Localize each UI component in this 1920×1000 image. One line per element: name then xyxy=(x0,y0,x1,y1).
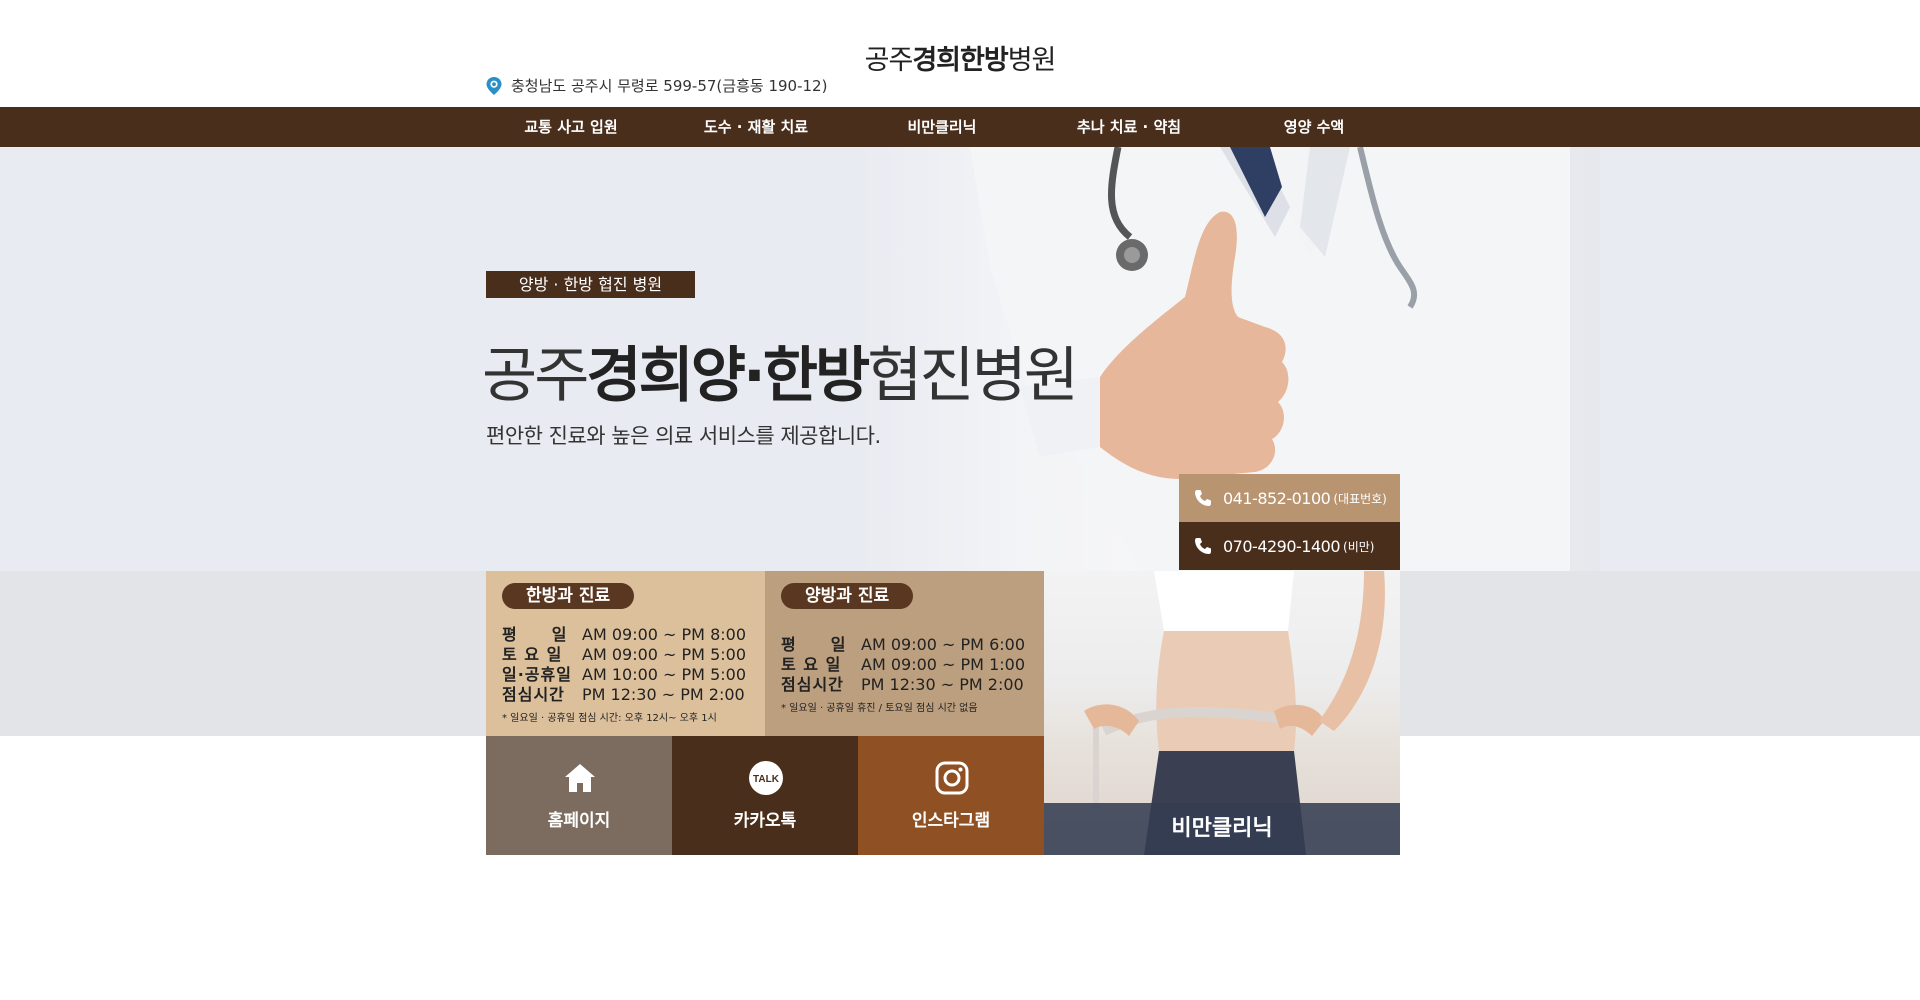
hanbang-hours-panel: 한방과 진료 평 일 AM 09:00 ~ PM 8:00 토 요 일 AM 09:… xyxy=(486,571,765,736)
yangbang-hours-note: * 일요일 · 공휴일 휴진 / 토요일 점심 시간 없음 xyxy=(781,703,978,714)
instagram-label: 인스타그램 xyxy=(911,811,991,831)
yangbang-hours-table: 평 일 AM 09:00 ~ PM 6:00 토 요 일 AM 09:00 ~ PM… xyxy=(781,635,1025,695)
phone-icon xyxy=(1195,538,1211,554)
hanbang-hours-table: 평 일 AM 09:00 ~ PM 8:00 토 요 일 AM 09:00 ~ PM… xyxy=(502,625,746,705)
logo-suffix: 병원 xyxy=(1007,45,1057,76)
hours-time: AM 09:00 ~ PM 8:00 xyxy=(582,625,746,644)
hero-title: 공주경희양·한방협진병원 xyxy=(482,327,1079,414)
phone-main[interactable]: 041-852-0100 (대표번호) xyxy=(1179,474,1400,522)
address: 충청남도 공주시 무령로 599-57(금흥동 190-12) xyxy=(485,75,827,96)
hero-tag: 양방 · 한방 협진 병원 xyxy=(486,271,695,298)
hours-time: AM 10:00 ~ PM 5:00 xyxy=(582,665,746,684)
hours-time: AM 09:00 ~ PM 5:00 xyxy=(582,645,746,664)
hours-time: PM 12:30 ~ PM 2:00 xyxy=(582,685,745,704)
kakao-talk-icon: TALK xyxy=(749,761,783,795)
logo-prefix: 공주 xyxy=(864,45,914,76)
home-icon xyxy=(565,764,595,792)
obesity-clinic-label: 비만클리닉 xyxy=(1044,803,1400,855)
address-text: 충청남도 공주시 무령로 599-57(금흥동 190-12) xyxy=(511,77,828,95)
hours-time: AM 09:00 ~ PM 6:00 xyxy=(861,635,1025,654)
hours-row: 토 요 일 AM 09:00 ~ PM 5:00 xyxy=(502,645,746,665)
hero-title-bold: 경희양·한방 xyxy=(586,341,870,411)
page: 공주경희한방병원 충청남도 공주시 무령로 599-57(금흥동 190-12)… xyxy=(0,0,1920,1000)
hours-label: 평 일 xyxy=(781,635,847,654)
site-header: 공주경희한방병원 충청남도 공주시 무령로 599-57(금흥동 190-12) xyxy=(0,0,1920,106)
nav-item-manual-therapy[interactable]: 도수 · 재활 치료 xyxy=(700,107,812,147)
instagram-link[interactable]: 인스타그램 xyxy=(858,736,1044,855)
hours-time: PM 12:30 ~ PM 2:00 xyxy=(861,675,1024,694)
hours-row: 일·공휴일 AM 10:00 ~ PM 5:00 xyxy=(502,665,746,685)
homepage-label: 홈페이지 xyxy=(547,811,611,831)
main-nav: 교통 사고 입원 도수 · 재활 치료 비만클리닉 추나 치료 · 약침 영양 … xyxy=(0,107,1920,147)
hours-row: 점심시간 PM 12:30 ~ PM 2:00 xyxy=(781,675,1025,695)
phone-main-number: 041-852-0100 xyxy=(1223,488,1331,508)
location-pin-icon xyxy=(486,76,502,95)
hanbang-hours-title: 한방과 진료 xyxy=(502,583,635,609)
hero-subtitle: 편안한 진료와 높은 의료 서비스를 제공합니다. xyxy=(486,424,881,448)
phone-obesity-number: 070-4290-1400 xyxy=(1223,536,1341,556)
svg-text:TALK: TALK xyxy=(753,774,780,785)
hours-row: 평 일 AM 09:00 ~ PM 8:00 xyxy=(502,625,746,645)
hours-time: AM 09:00 ~ PM 1:00 xyxy=(861,655,1025,674)
hours-label: 토 요 일 xyxy=(502,645,563,664)
instagram-icon xyxy=(935,761,969,795)
hours-row: 점심시간 PM 12:30 ~ PM 2:00 xyxy=(502,685,746,705)
hours-label: 점심시간 xyxy=(502,685,565,704)
hours-row: 토 요 일 AM 09:00 ~ PM 1:00 xyxy=(781,655,1025,675)
hero-title-suffix: 협진병원 xyxy=(867,341,1079,411)
hero-title-prefix: 공주 xyxy=(482,341,589,411)
hours-label: 점심시간 xyxy=(781,675,844,694)
phone-obesity-note: (비만) xyxy=(1343,539,1375,554)
nav-item-obesity-clinic[interactable]: 비만클리닉 xyxy=(900,107,984,147)
hanbang-hours-note: * 일요일 · 공휴일 점심 시간: 오후 12시~ 오후 1시 xyxy=(502,713,717,724)
hero-banner: 양방 · 한방 협진 병원 공주경희양·한방협진병원 편안한 진료와 높은 의료… xyxy=(0,147,1920,571)
phone-main-note: (대표번호) xyxy=(1333,491,1387,506)
yangbang-hours-title: 양방과 진료 xyxy=(781,583,914,609)
hours-label: 토 요 일 xyxy=(781,655,842,674)
hours-label: 일·공휴일 xyxy=(502,665,572,684)
kakaotalk-link[interactable]: TALK 카카오톡 xyxy=(672,736,858,855)
hours-row: 평 일 AM 09:00 ~ PM 6:00 xyxy=(781,635,1025,655)
logo-bold: 경희한방 xyxy=(912,45,1008,76)
nav-item-nutrition-iv[interactable]: 영양 수액 xyxy=(1278,107,1350,147)
kakaotalk-label: 카카오톡 xyxy=(733,811,797,831)
phone-icon xyxy=(1195,490,1211,506)
hours-label: 평 일 xyxy=(502,625,568,644)
yangbang-hours-panel: 양방과 진료 평 일 AM 09:00 ~ PM 6:00 토 요 일 AM 09:… xyxy=(765,571,1044,736)
nav-item-chuna-pharmacopuncture[interactable]: 추나 치료 · 약침 xyxy=(1072,107,1186,147)
homepage-link[interactable]: 홈페이지 xyxy=(486,736,672,855)
site-logo[interactable]: 공주경희한방병원 xyxy=(0,38,1920,77)
phone-obesity[interactable]: 070-4290-1400 (비만) xyxy=(1179,522,1400,570)
obesity-clinic-card[interactable]: 비만클리닉 xyxy=(1044,571,1400,855)
nav-item-traffic-accident[interactable]: 교통 사고 입원 xyxy=(520,107,622,147)
